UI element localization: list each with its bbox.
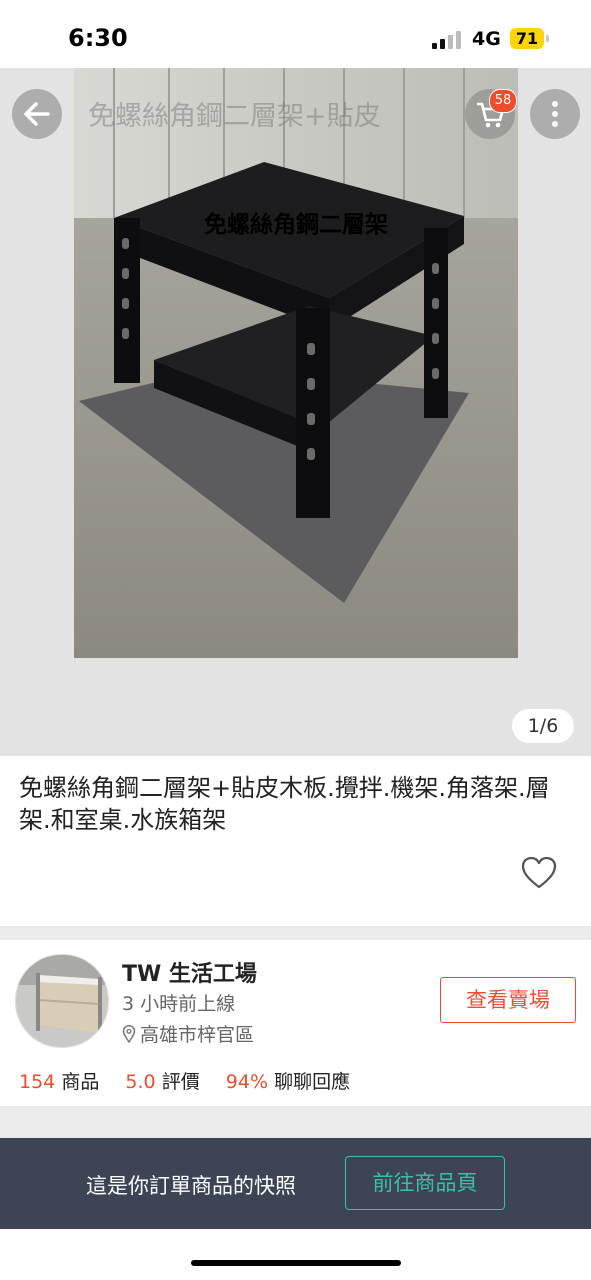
battery-icon: 71 (510, 28, 544, 49)
back-arrow-icon (24, 102, 50, 126)
view-shop-button[interactable]: 查看賣場 (440, 977, 576, 1023)
more-dots-icon (552, 101, 558, 127)
seller-last-online: 3 小時前上線 (122, 993, 236, 1015)
status-time: 6:30 (68, 24, 128, 52)
rating-label: 評價 (161, 1071, 200, 1093)
seller-location-text: 高雄市梓官區 (140, 1024, 255, 1046)
photo-caption: 免螺絲角鋼二層架 (204, 212, 388, 238)
product-photo-image (74, 68, 518, 658)
heart-icon (521, 856, 557, 889)
product-info: 免螺絲角鋼二層架+貼皮木板.攪拌.機架.角落架.層架.和室桌.水族箱架 (0, 756, 591, 926)
back-button[interactable] (12, 89, 62, 139)
home-indicator[interactable] (191, 1260, 401, 1266)
seller-avatar[interactable] (15, 954, 109, 1048)
rating-value: 5.0 (125, 1071, 156, 1093)
status-bar: 6:30 4G 71 (0, 0, 591, 68)
seller-location: 高雄市梓官區 (122, 1020, 254, 1047)
seller-name[interactable]: TW 生活工場 (122, 956, 257, 988)
product-title: 免螺絲角鋼二層架+貼皮木板.攪拌.機架.角落架.層架.和室桌.水族箱架 (19, 774, 550, 834)
battery-tip (546, 35, 549, 42)
products-count: 154 (19, 1071, 56, 1093)
image-page-indicator: 1/6 (512, 709, 574, 743)
product-gallery[interactable]: 免螺絲角鋼二層架 免螺絲角鋼二層架+貼皮 58 1/6 (0, 68, 591, 756)
seller-avatar-image (16, 955, 108, 1047)
cart-count-badge: 58 (489, 89, 517, 113)
snapshot-notice: 這是你訂單商品的快照 (86, 1174, 296, 1198)
favorite-button[interactable] (521, 856, 557, 890)
signal-icon (432, 31, 462, 49)
seller-stats: 154 商品 5.0 評價 94% 聊聊回應 (19, 1067, 350, 1094)
snapshot-bar: 這是你訂單商品的快照 前往商品頁 (0, 1138, 591, 1229)
product-photo[interactable]: 免螺絲角鋼二層架 (74, 68, 518, 658)
header-title: 免螺絲角鋼二層架+貼皮 (88, 101, 381, 132)
more-button[interactable] (530, 89, 580, 139)
location-pin-icon (122, 1025, 136, 1043)
chat-response-value: 94% (225, 1071, 269, 1093)
goto-product-button[interactable]: 前往商品頁 (345, 1156, 505, 1210)
bottom-safe-area (0, 1229, 591, 1280)
network-type: 4G (472, 28, 501, 50)
chat-response-label: 聊聊回應 (274, 1071, 351, 1093)
seller-card: TW 生活工場 3 小時前上線 高雄市梓官區 查看賣場 154 商品 5.0 評… (0, 940, 591, 1106)
products-label: 商品 (61, 1071, 100, 1093)
